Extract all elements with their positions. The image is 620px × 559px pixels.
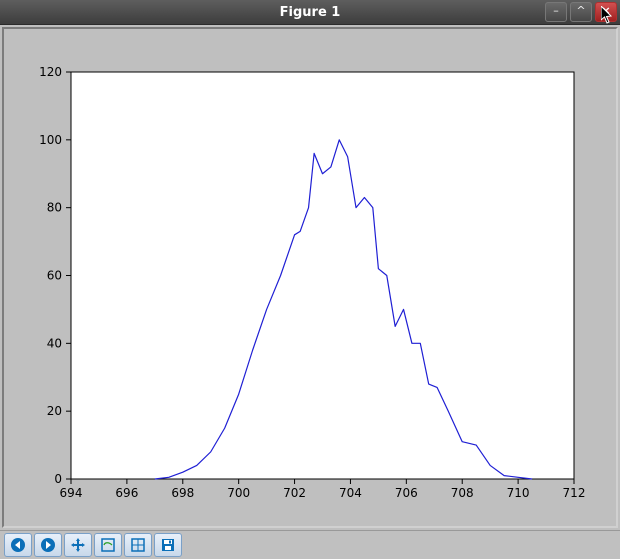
x-tick-label: 708 bbox=[451, 486, 474, 500]
y-tick: 60 bbox=[47, 268, 71, 282]
x-tick-label: 702 bbox=[283, 486, 306, 500]
x-tick-label: 704 bbox=[339, 486, 362, 500]
figure-window: Figure 1 – ^ × 694 696 698 700 702 704 706 708 7… bbox=[0, 0, 620, 559]
nav-zoom-button[interactable] bbox=[94, 533, 122, 557]
titlebar: Figure 1 – ^ × bbox=[0, 0, 620, 25]
x-tick-label: 700 bbox=[227, 486, 250, 500]
arrow-right-icon bbox=[40, 537, 56, 553]
y-tick-label: 40 bbox=[47, 336, 62, 350]
window-buttons: – ^ × bbox=[545, 2, 617, 22]
zoom-icon bbox=[100, 537, 116, 553]
x-tick: 700 bbox=[227, 479, 250, 500]
nav-back-button[interactable] bbox=[4, 533, 32, 557]
x-tick: 702 bbox=[283, 479, 306, 500]
move-icon bbox=[70, 537, 86, 553]
floppy-icon bbox=[160, 537, 176, 553]
plot-canvas: 694 696 698 700 702 704 706 708 710 712 0 20 40 60 80 1… bbox=[6, 32, 614, 524]
x-tick: 696 bbox=[115, 479, 138, 500]
x-tick: 708 bbox=[451, 479, 474, 500]
x-tick-label: 710 bbox=[507, 486, 530, 500]
y-tick: 120 bbox=[39, 65, 71, 79]
nav-save-button[interactable] bbox=[154, 533, 182, 557]
y-tick-label: 100 bbox=[39, 132, 62, 146]
y-tick: 20 bbox=[47, 404, 71, 418]
minimize-button[interactable]: – bbox=[545, 2, 567, 22]
x-tick: 710 bbox=[507, 479, 530, 500]
y-tick: 80 bbox=[47, 200, 71, 214]
minimize-icon: – bbox=[553, 4, 559, 17]
close-icon: × bbox=[601, 4, 610, 17]
x-tick-label: 696 bbox=[115, 486, 138, 500]
y-tick: 40 bbox=[47, 336, 71, 350]
x-tick: 712 bbox=[563, 479, 586, 500]
x-tick-label: 698 bbox=[171, 486, 194, 500]
plot-area: 694 696 698 700 702 704 706 708 710 712 0 20 40 60 80 1… bbox=[2, 27, 618, 528]
subplots-icon bbox=[130, 537, 146, 553]
x-tick: 706 bbox=[395, 479, 418, 500]
nav-forward-button[interactable] bbox=[34, 533, 62, 557]
close-button[interactable]: × bbox=[595, 2, 617, 22]
nav-toolbar bbox=[0, 530, 620, 559]
x-tick-label: 712 bbox=[563, 486, 586, 500]
axes-box bbox=[71, 72, 574, 479]
x-tick-label: 706 bbox=[395, 486, 418, 500]
y-tick: 0 bbox=[54, 472, 71, 486]
x-tick: 704 bbox=[339, 479, 362, 500]
nav-pan-button[interactable] bbox=[64, 533, 92, 557]
arrow-left-icon bbox=[10, 537, 26, 553]
nav-subplots-button[interactable] bbox=[124, 533, 152, 557]
y-tick: 100 bbox=[39, 132, 71, 146]
maximize-icon: ^ bbox=[576, 4, 585, 17]
x-tick: 694 bbox=[60, 479, 83, 500]
window-title: Figure 1 bbox=[0, 5, 620, 20]
y-tick-label: 60 bbox=[47, 268, 62, 282]
x-tick: 698 bbox=[171, 479, 194, 500]
x-tick-label: 694 bbox=[60, 486, 83, 500]
y-tick-label: 120 bbox=[39, 65, 62, 79]
y-tick-label: 80 bbox=[47, 200, 62, 214]
y-tick-label: 20 bbox=[47, 404, 62, 418]
maximize-button[interactable]: ^ bbox=[570, 2, 592, 22]
y-tick-label: 0 bbox=[54, 472, 62, 486]
